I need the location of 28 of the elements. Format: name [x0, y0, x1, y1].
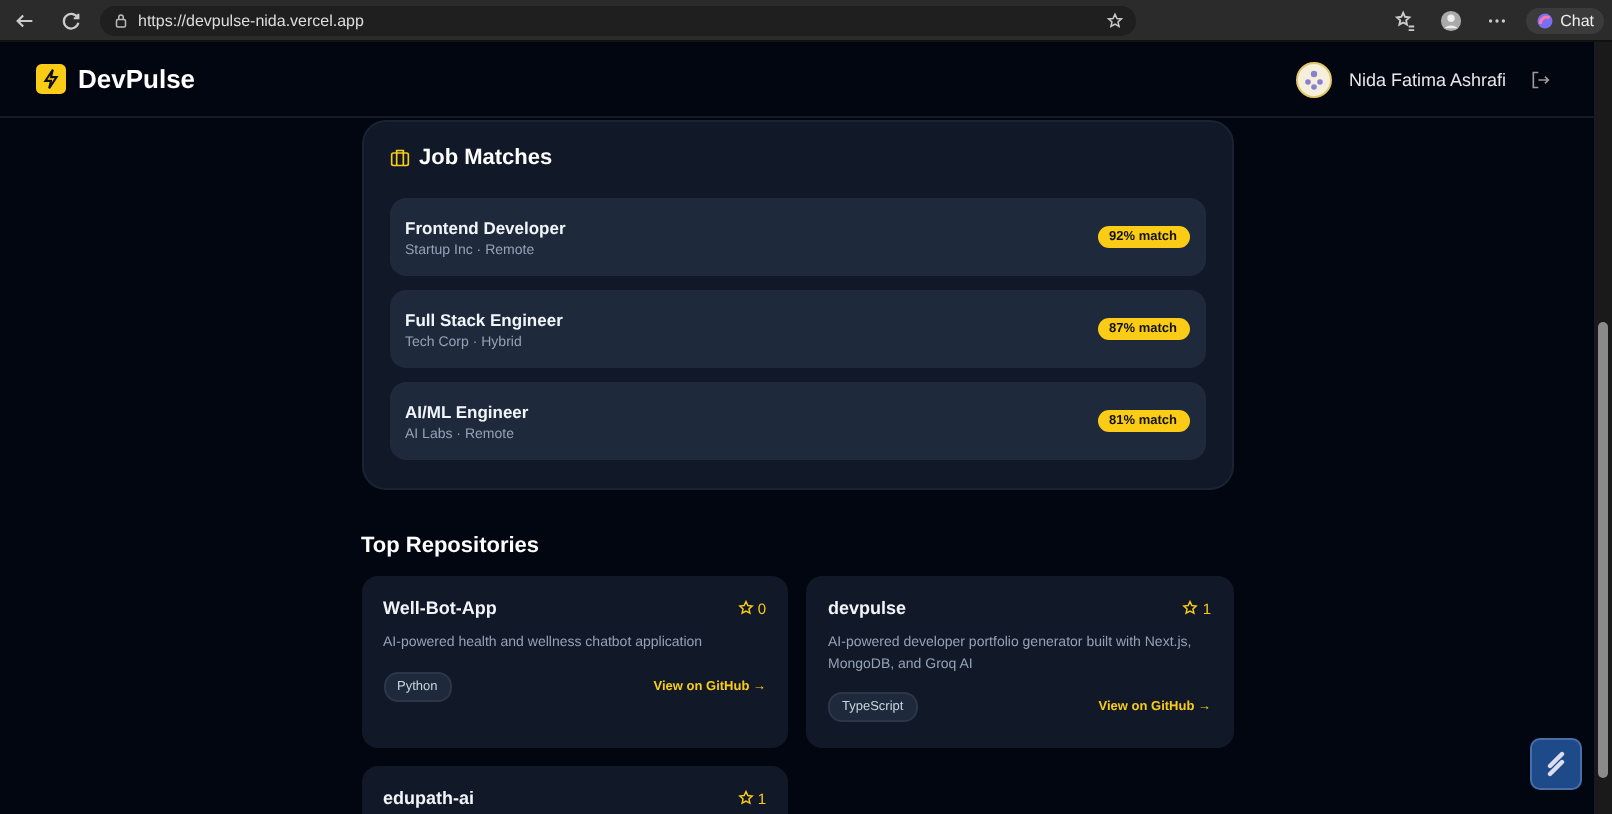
- job-title: Full Stack Engineer: [405, 309, 563, 329]
- star-icon: [737, 790, 754, 806]
- logout-icon[interactable]: [1530, 69, 1550, 89]
- job-title: AI/ML Engineer: [405, 401, 529, 421]
- reload-icon[interactable]: [60, 9, 82, 31]
- star-icon: [1182, 600, 1199, 616]
- job-title: Frontend Developer: [405, 217, 566, 237]
- favorite-star-icon[interactable]: [1106, 11, 1125, 29]
- section-title: Job Matches: [419, 146, 553, 170]
- repository-name: edupath-ai: [383, 788, 475, 808]
- floating-action-button[interactable]: [1530, 738, 1582, 790]
- chat-button[interactable]: Chat: [1526, 7, 1604, 33]
- scrollbar[interactable]: [1594, 42, 1612, 814]
- url-text: https://devpulse-nida.vercel.app: [138, 11, 366, 29]
- avatar-icon[interactable]: [1296, 61, 1333, 97]
- repository-name: devpulse: [828, 598, 907, 618]
- address-bar[interactable]: https://devpulse-nida.vercel.app: [100, 5, 1137, 35]
- briefcase-icon: [389, 148, 409, 168]
- back-icon[interactable]: [14, 9, 36, 31]
- profile-icon[interactable]: [1440, 9, 1463, 31]
- repository-name: Well-Bot-App: [383, 598, 497, 618]
- brand-name: DevPulse: [78, 64, 196, 94]
- section-title: Top Repositories: [361, 534, 542, 558]
- user-name: Nida Fatima Ashrafi: [1348, 69, 1506, 89]
- bolt-logo-icon: [36, 64, 66, 94]
- site-info-icon[interactable]: [112, 11, 130, 29]
- star-icon: [737, 600, 754, 616]
- favorites-icon[interactable]: [1394, 9, 1417, 31]
